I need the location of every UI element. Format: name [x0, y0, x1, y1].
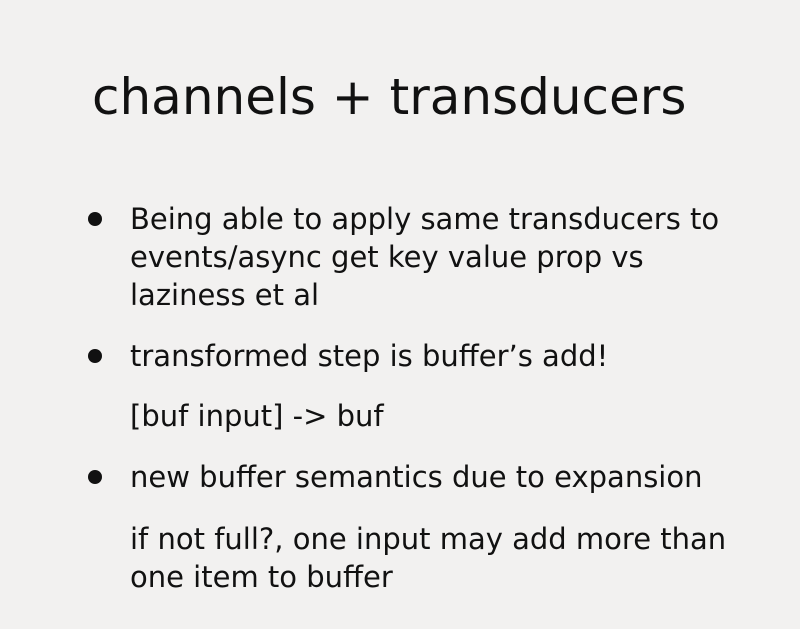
slide: channels + transducers Being able to app…	[0, 0, 800, 629]
bullet-dot-icon	[88, 470, 102, 484]
slide-content: Being able to apply same transducers to …	[0, 0, 800, 629]
bullet-3-text: new buffer semantics due to expansion	[130, 460, 703, 494]
bullet-dot-icon	[88, 349, 102, 363]
bullet-3-subtext: if not full?, one input may add more tha…	[130, 522, 727, 594]
bullet-1-text: Being able to apply same transducers to …	[130, 202, 720, 312]
bullet-1: Being able to apply same transducers to …	[88, 200, 738, 312]
bullet-dot-icon	[88, 212, 102, 226]
bullet-2-text: transformed step is buffer’s add!	[130, 339, 609, 373]
bullet-2-subtext: [buf input] -> buf	[130, 399, 384, 433]
bullet-3: new buffer semantics due to expansion	[88, 458, 738, 498]
bullet-2: transformed step is buffer’s add!	[88, 337, 738, 377]
